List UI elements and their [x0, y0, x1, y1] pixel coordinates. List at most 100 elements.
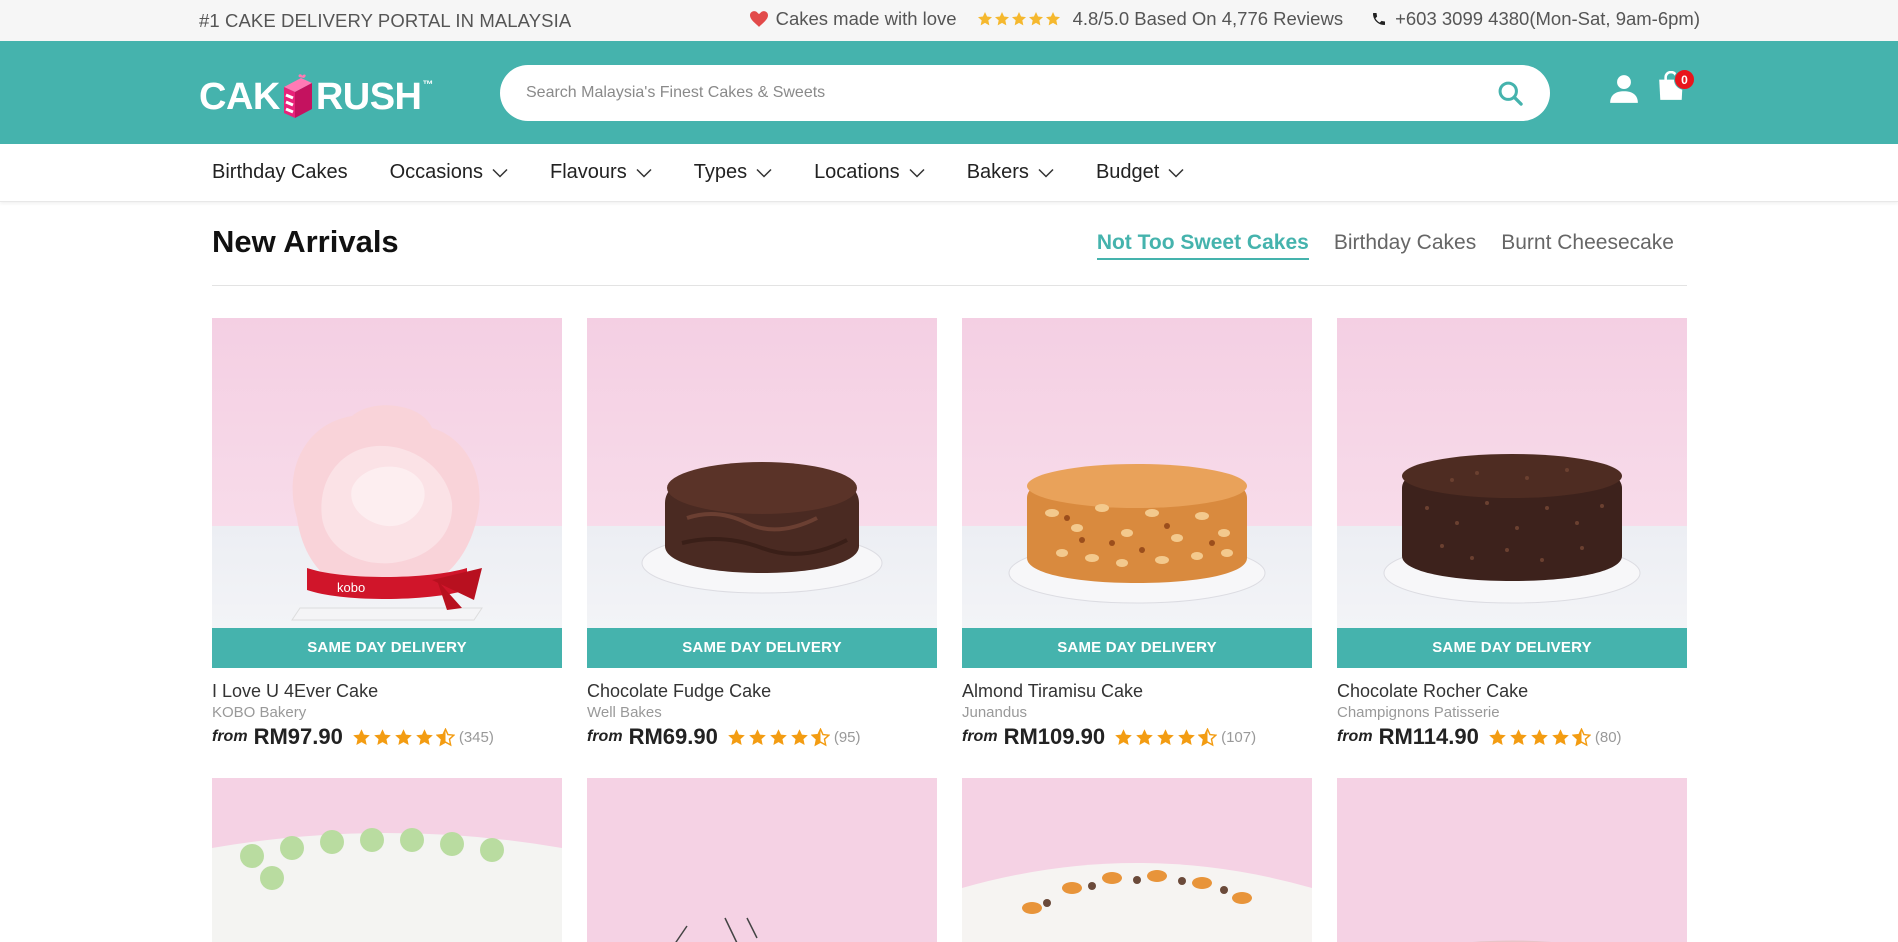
product-card[interactable]: SAME DAY DELIVERY Almond Tiramisu Cake J… [962, 318, 1312, 750]
product-image[interactable]: kobo [212, 318, 562, 628]
price-from-label: from [587, 728, 623, 745]
same-day-delivery-badge: SAME DAY DELIVERY [962, 628, 1312, 668]
site-header: CAK RUSH ™ 0 [0, 41, 1898, 144]
chevron-down-icon [492, 168, 508, 178]
nav-occasions[interactable]: Occasions [390, 161, 508, 184]
product-name[interactable]: I Love U 4Ever Cake [212, 681, 562, 702]
nav-bakers[interactable]: Bakers [967, 161, 1054, 184]
product-grid: kobo SAME DAY DELIVERY I Love U 4Ever Ca… [212, 318, 1688, 942]
nav-types[interactable]: Types [694, 161, 772, 184]
nav-birthday-cakes[interactable]: Birthday Cakes [212, 161, 348, 184]
cart-button[interactable]: 0 [1658, 69, 1695, 106]
nav-label: Occasions [389, 161, 483, 183]
product-card[interactable]: SAME DAY DELIVERY Chocolate Fudge Cake W… [587, 318, 937, 750]
star-icon [1552, 728, 1569, 745]
overall-rating-stars [977, 11, 1061, 27]
top-info-right: Cakes made with love 4.8/5.0 Based On 4,… [749, 8, 1700, 30]
nav-label: Bakers [966, 161, 1029, 183]
main-nav: Birthday Cakes Occasions Flavours Types … [0, 144, 1898, 202]
product-price: RM97.90 [253, 724, 343, 749]
product-baker[interactable]: Champignons Patisserie [1337, 704, 1687, 721]
product-name[interactable]: Chocolate Fudge Cake [587, 681, 937, 702]
chevron-down-icon [909, 168, 925, 178]
star-icon [1136, 728, 1153, 745]
chevron-down-icon [756, 168, 772, 178]
reviews-summary[interactable]: 4.8/5.0 Based On 4,776 Reviews [1073, 8, 1343, 30]
price-row: from RM69.90 (95) [587, 724, 937, 750]
product-image[interactable] [962, 318, 1312, 628]
star-icon [395, 728, 412, 745]
search-icon[interactable] [1496, 79, 1524, 107]
logo-text-left: CAK [199, 75, 280, 118]
nav-locations[interactable]: Locations [814, 161, 925, 184]
product-card[interactable]: kobo SAME DAY DELIVERY I Love U 4Ever Ca… [212, 318, 562, 750]
product-image[interactable] [1337, 318, 1687, 628]
product-image[interactable] [962, 778, 1312, 942]
nav-flavours[interactable]: Flavours [550, 161, 652, 184]
phone-contact[interactable]: +603 3099 4380(Mon-Sat, 9am-6pm) [1371, 8, 1700, 30]
product-name[interactable]: Almond Tiramisu Cake [962, 681, 1312, 702]
product-image[interactable] [212, 778, 562, 942]
tab-not-too-sweet-cakes[interactable]: Not Too Sweet Cakes [1096, 231, 1309, 260]
logo-trademark: ™ [422, 79, 434, 91]
product-name[interactable]: Chocolate Rocher Cake [1337, 681, 1687, 702]
star-icon [977, 12, 992, 26]
same-day-delivery-badge: SAME DAY DELIVERY [212, 628, 562, 668]
star-icon [728, 728, 745, 745]
nav-budget[interactable]: Budget [1096, 161, 1184, 184]
product-image[interactable] [587, 778, 937, 942]
review-count: (80) [1594, 728, 1622, 746]
product-card[interactable] [212, 778, 562, 942]
cakerush-logo[interactable]: CAK RUSH ™ [199, 73, 433, 121]
caramel-cream-cake-illustration [962, 778, 1312, 942]
star-icon [994, 12, 1009, 26]
search-input[interactable] [526, 65, 1466, 121]
star-half-icon [1198, 727, 1218, 746]
chocolate-rocher-cake-illustration [1383, 454, 1641, 604]
star-half-icon [435, 727, 455, 746]
user-icon[interactable] [1610, 74, 1638, 104]
product-baker[interactable]: Junandus [962, 704, 1312, 721]
section-title: New Arrivals [212, 224, 399, 259]
star-icon [353, 728, 370, 745]
star-icon [1510, 728, 1527, 745]
pink-cake-illustration [1337, 778, 1687, 942]
heart-icon [749, 11, 768, 27]
phone-text: +603 3099 4380(Mon-Sat, 9am-6pm) [1395, 8, 1700, 29]
chocolate-fudge-cake-illustration [641, 462, 883, 594]
cake-with-candles-illustration [587, 778, 937, 942]
svg-text:kobo: kobo [337, 580, 365, 595]
rating-stars [1114, 727, 1218, 747]
nav-label: Birthday Cakes [212, 161, 348, 183]
product-card[interactable] [962, 778, 1312, 942]
price-from-label: from [1337, 728, 1373, 745]
star-icon [791, 728, 808, 745]
nav-label: Flavours [550, 161, 627, 183]
star-icon [1011, 12, 1026, 26]
love-text: Cakes made with love [775, 8, 957, 29]
tab-birthday-cakes[interactable]: Birthday Cakes [1334, 231, 1476, 260]
chevron-down-icon [1168, 168, 1184, 178]
product-card[interactable] [587, 778, 937, 942]
nav-label: Locations [814, 161, 900, 183]
star-icon [374, 728, 391, 745]
star-icon [1028, 12, 1043, 26]
price-row: from RM114.90 (80) [1337, 724, 1687, 750]
same-day-delivery-badge: SAME DAY DELIVERY [587, 628, 937, 668]
tab-burnt-cheesecake[interactable]: Burnt Cheesecake [1501, 231, 1674, 260]
product-image[interactable] [587, 318, 937, 628]
product-baker[interactable]: Well Bakes [587, 704, 937, 721]
product-card[interactable] [1337, 778, 1687, 942]
product-card[interactable]: SAME DAY DELIVERY Chocolate Rocher Cake … [1337, 318, 1687, 750]
review-count: (95) [833, 728, 861, 746]
product-image[interactable] [1337, 778, 1687, 942]
price-from-label: from [962, 728, 998, 745]
chevron-down-icon [1038, 168, 1054, 178]
rose-cake-illustration: kobo [291, 405, 483, 621]
product-baker[interactable]: KOBO Bakery [212, 704, 562, 721]
star-half-icon [810, 727, 830, 746]
same-day-delivery-badge: SAME DAY DELIVERY [1337, 628, 1687, 668]
pandan-coconut-cake-illustration [212, 778, 562, 942]
star-icon [1178, 728, 1195, 745]
cake-box-logo-icon [283, 74, 312, 118]
